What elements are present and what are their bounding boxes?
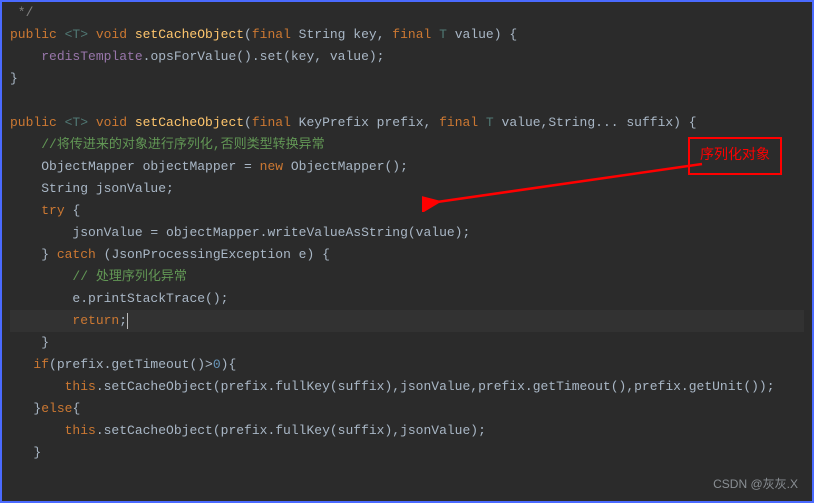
kw-try: try bbox=[41, 203, 72, 218]
kw-this: this bbox=[65, 379, 96, 394]
code-editor[interactable]: */ public <T> void setCacheObject(final … bbox=[2, 2, 812, 464]
text-cursor bbox=[127, 313, 128, 329]
annotation-callout: 序列化对象 bbox=[688, 137, 782, 175]
method-name: setCacheObject bbox=[135, 27, 244, 42]
generic-t: <T> bbox=[65, 27, 88, 42]
field-redistemplate: redisTemplate bbox=[41, 49, 142, 64]
kw-public: public bbox=[10, 27, 65, 42]
kw-new: new bbox=[260, 159, 291, 174]
annotation-text: 序列化对象 bbox=[700, 148, 770, 163]
kw-this: this bbox=[65, 423, 96, 438]
kw-else: else bbox=[41, 401, 72, 416]
kw-void: void bbox=[88, 27, 135, 42]
number-literal: 0 bbox=[213, 357, 221, 372]
kw-return: return bbox=[72, 313, 119, 328]
comment-serialize: //将传进来的对象进行序列化,否则类型转换异常 bbox=[41, 137, 324, 152]
comment-handle-exception: // 处理序列化异常 bbox=[72, 269, 186, 284]
kw-catch: catch bbox=[57, 247, 104, 262]
method-name: setCacheObject bbox=[135, 115, 244, 130]
kw-if: if bbox=[33, 357, 49, 372]
brace-close: } bbox=[10, 71, 18, 86]
comment-end: */ bbox=[10, 5, 33, 20]
watermark-text: CSDN @灰灰.X bbox=[713, 473, 798, 495]
current-line: return; bbox=[10, 310, 804, 332]
